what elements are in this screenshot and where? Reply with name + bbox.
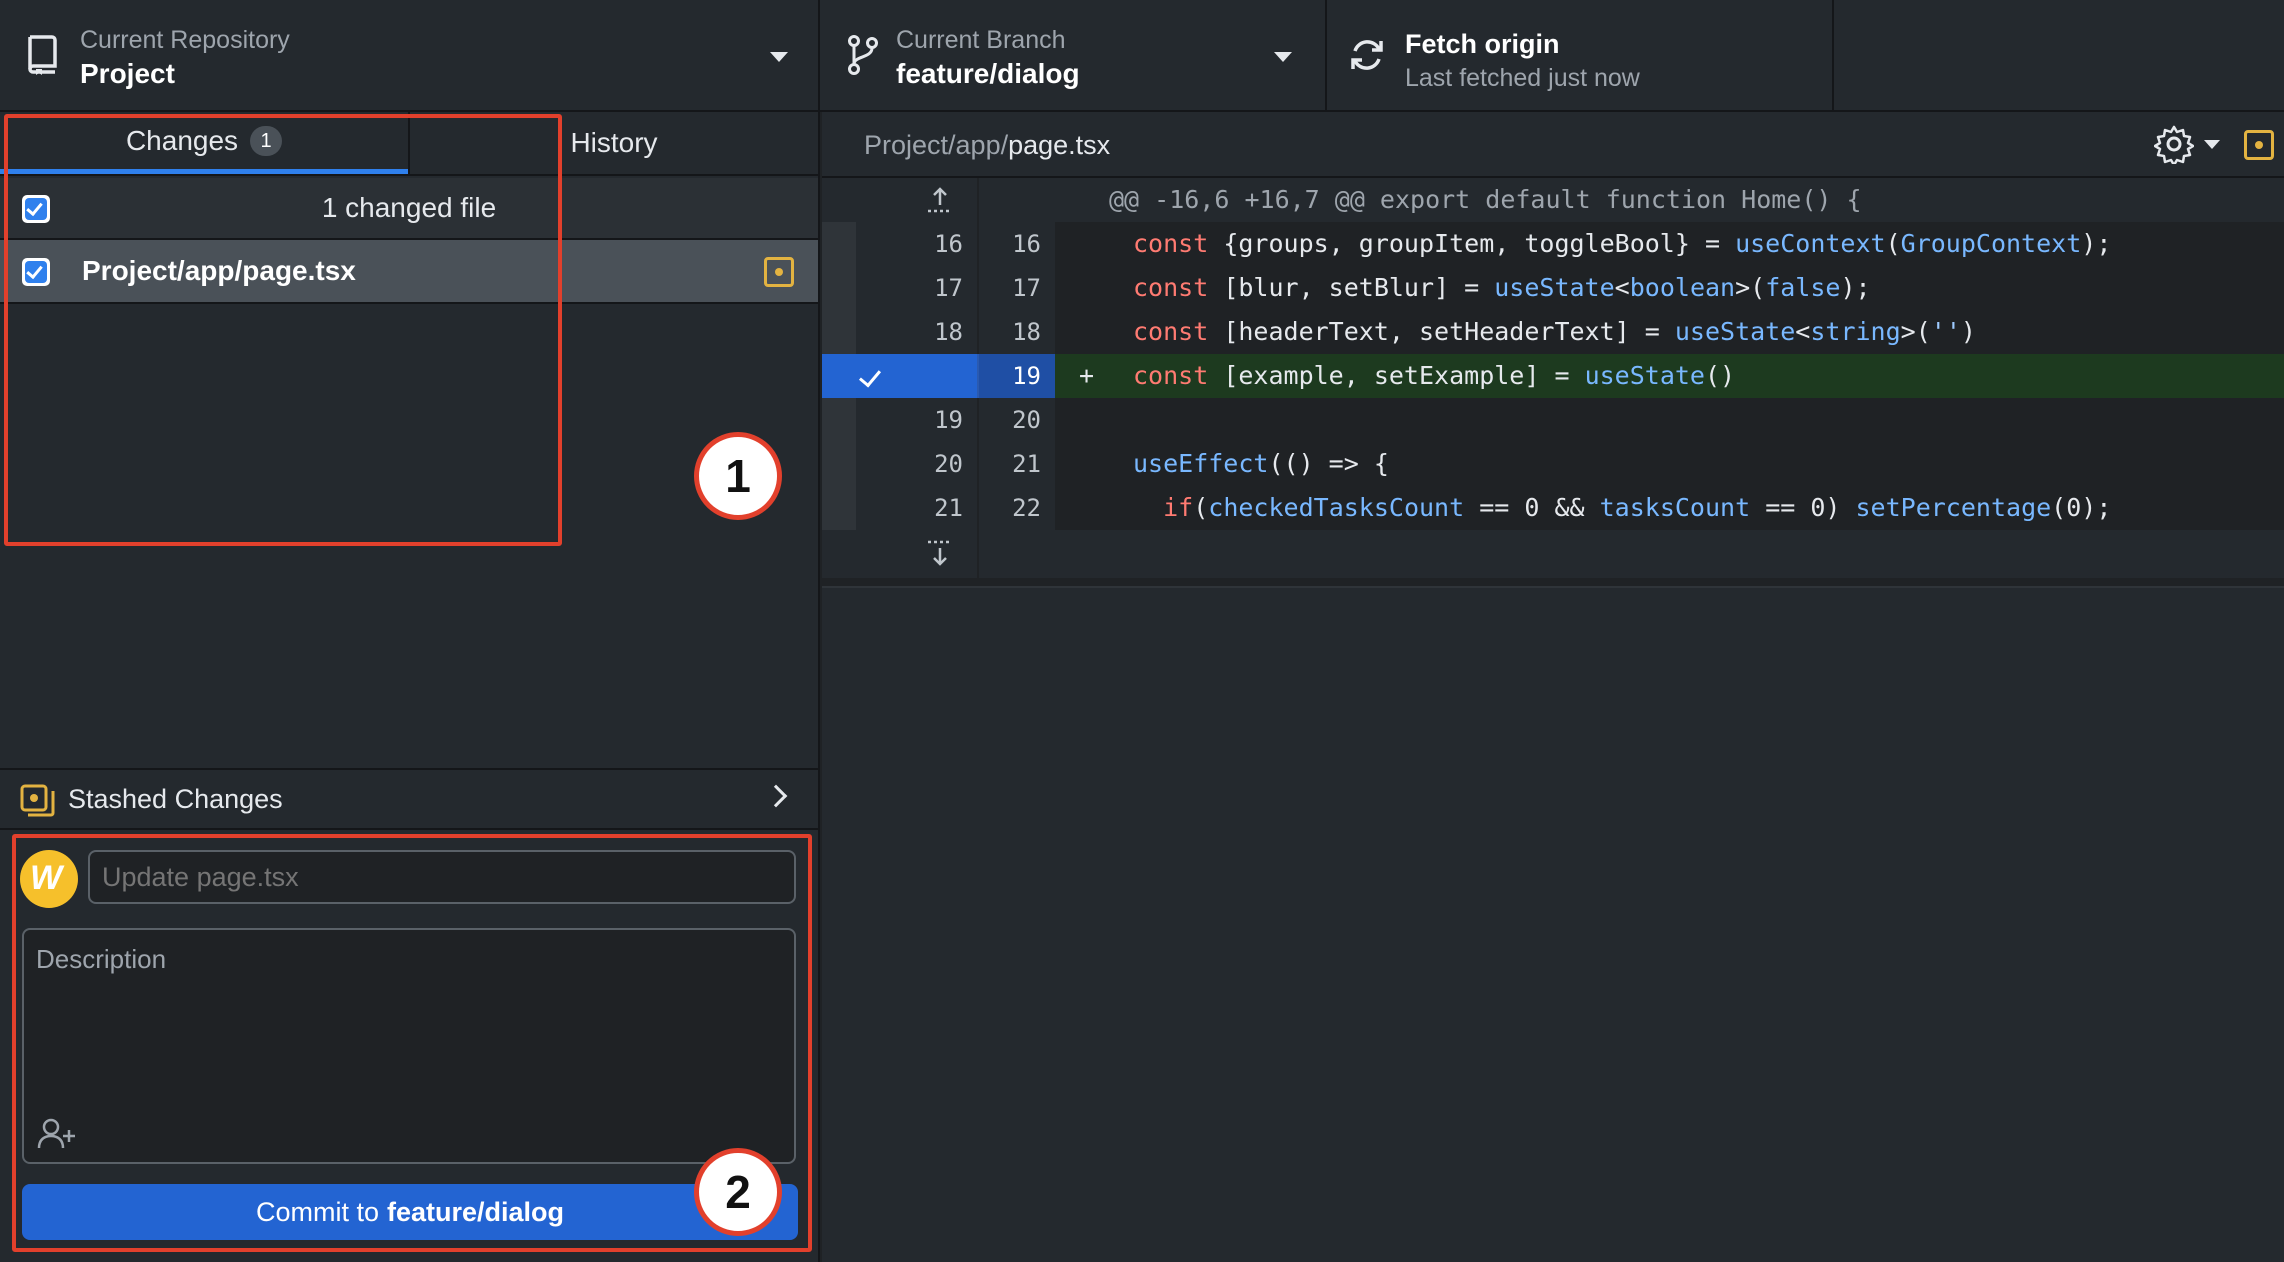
code-line: if(checkedTasksCount == 0 && tasksCount … bbox=[1055, 486, 2284, 530]
current-branch-button[interactable]: Current Branch feature/dialog bbox=[820, 0, 1327, 110]
old-line-number: 16 bbox=[934, 230, 963, 258]
file-modified-icon bbox=[2244, 130, 2274, 160]
annotation-number-2: 2 bbox=[694, 1148, 782, 1236]
hunk-header-row: @@ -16,6 +16,7 @@ export default functio… bbox=[822, 178, 2284, 222]
diff-line[interactable]: 18 18 const [headerText, setHeaderText] … bbox=[822, 310, 2284, 354]
new-line-number: 16 bbox=[977, 222, 1055, 266]
old-line-number: 20 bbox=[934, 450, 963, 478]
stash-icon bbox=[20, 784, 55, 817]
code-line bbox=[1055, 398, 2284, 442]
branch-name: feature/dialog bbox=[896, 58, 1080, 89]
annotation-box-1 bbox=[4, 114, 562, 546]
diff-line[interactable]: 16 16 const {groups, groupItem, toggleBo… bbox=[822, 222, 2284, 266]
branch-icon bbox=[848, 35, 878, 75]
branch-caption: Current Branch bbox=[896, 26, 1066, 54]
new-line-number: 20 bbox=[977, 398, 1055, 442]
old-line-number: 18 bbox=[934, 318, 963, 346]
toolbar: Current Repository Project Current Branc… bbox=[0, 0, 2284, 112]
check-icon bbox=[858, 364, 882, 388]
file-modified-icon bbox=[764, 257, 794, 287]
diff-empty-area bbox=[822, 586, 2284, 1262]
chevron-down-icon bbox=[770, 52, 788, 62]
chevron-down-icon[interactable] bbox=[2204, 140, 2220, 149]
diff-line-added[interactable]: 19 + const [example, setExample] = useSta… bbox=[822, 354, 2284, 398]
stashed-changes-row[interactable]: Stashed Changes bbox=[0, 768, 818, 830]
diff-file-path: Project/app/page.tsx bbox=[864, 130, 1110, 161]
chevron-right-icon bbox=[764, 784, 788, 808]
diff-path-file: page.tsx bbox=[1008, 130, 1111, 160]
old-line-number: 17 bbox=[934, 274, 963, 302]
diff-header: Project/app/page.tsx bbox=[822, 112, 2284, 178]
diff-line[interactable]: 19 20 bbox=[822, 398, 2284, 442]
fetch-title: Fetch origin bbox=[1405, 29, 1560, 59]
code-line: const [headerText, setHeaderText] = useS… bbox=[1055, 310, 2284, 354]
tab-label: History bbox=[570, 127, 658, 158]
code-line: const {groups, groupItem, toggleBool} = … bbox=[1055, 222, 2284, 266]
diff-line[interactable]: 21 22 if(checkedTasksCount == 0 && tasks… bbox=[822, 486, 2284, 530]
new-line-number: 21 bbox=[977, 442, 1055, 486]
code-line: const [blur, setBlur] = useState<boolean… bbox=[1055, 266, 2284, 310]
diff-line[interactable]: 20 21 useEffect(() => { bbox=[822, 442, 2284, 486]
new-line-number: 19 bbox=[977, 354, 1055, 398]
stashed-changes-label: Stashed Changes bbox=[68, 783, 283, 814]
new-line-number: 17 bbox=[977, 266, 1055, 310]
hunk-header-text: @@ -16,6 +16,7 @@ export default functio… bbox=[1055, 178, 2284, 222]
chevron-down-icon bbox=[1274, 52, 1292, 62]
annotation-box-2 bbox=[12, 834, 812, 1252]
new-line-number: 18 bbox=[977, 310, 1055, 354]
diff-view: @@ -16,6 +16,7 @@ export default functio… bbox=[822, 178, 2284, 578]
current-repository-button[interactable]: Current Repository Project bbox=[0, 0, 820, 110]
expand-down-icon[interactable] bbox=[922, 538, 958, 568]
new-line-number: 22 bbox=[977, 486, 1055, 530]
repository-caption: Current Repository bbox=[80, 26, 290, 54]
sync-icon bbox=[1351, 40, 1383, 70]
expand-up-icon[interactable] bbox=[922, 186, 958, 216]
fetch-origin-button[interactable]: Fetch origin Last fetched just now bbox=[1327, 0, 1834, 110]
old-line-number: 19 bbox=[934, 406, 963, 434]
gear-icon[interactable] bbox=[2154, 124, 2194, 164]
code-line: + const [example, setExample] = useState(… bbox=[1055, 354, 2284, 398]
code-line: useEffect(() => { bbox=[1055, 442, 2284, 486]
diff-line[interactable]: 17 17 const [blur, setBlur] = useState<b… bbox=[822, 266, 2284, 310]
fetch-subtitle: Last fetched just now bbox=[1405, 64, 1640, 92]
expand-down-row bbox=[822, 530, 2284, 578]
annotation-number-1: 1 bbox=[694, 432, 782, 520]
repository-name: Project bbox=[80, 58, 175, 89]
diff-path-dir: Project/app/ bbox=[864, 130, 1009, 160]
repository-icon bbox=[28, 35, 57, 75]
old-line-number: 21 bbox=[934, 494, 963, 522]
